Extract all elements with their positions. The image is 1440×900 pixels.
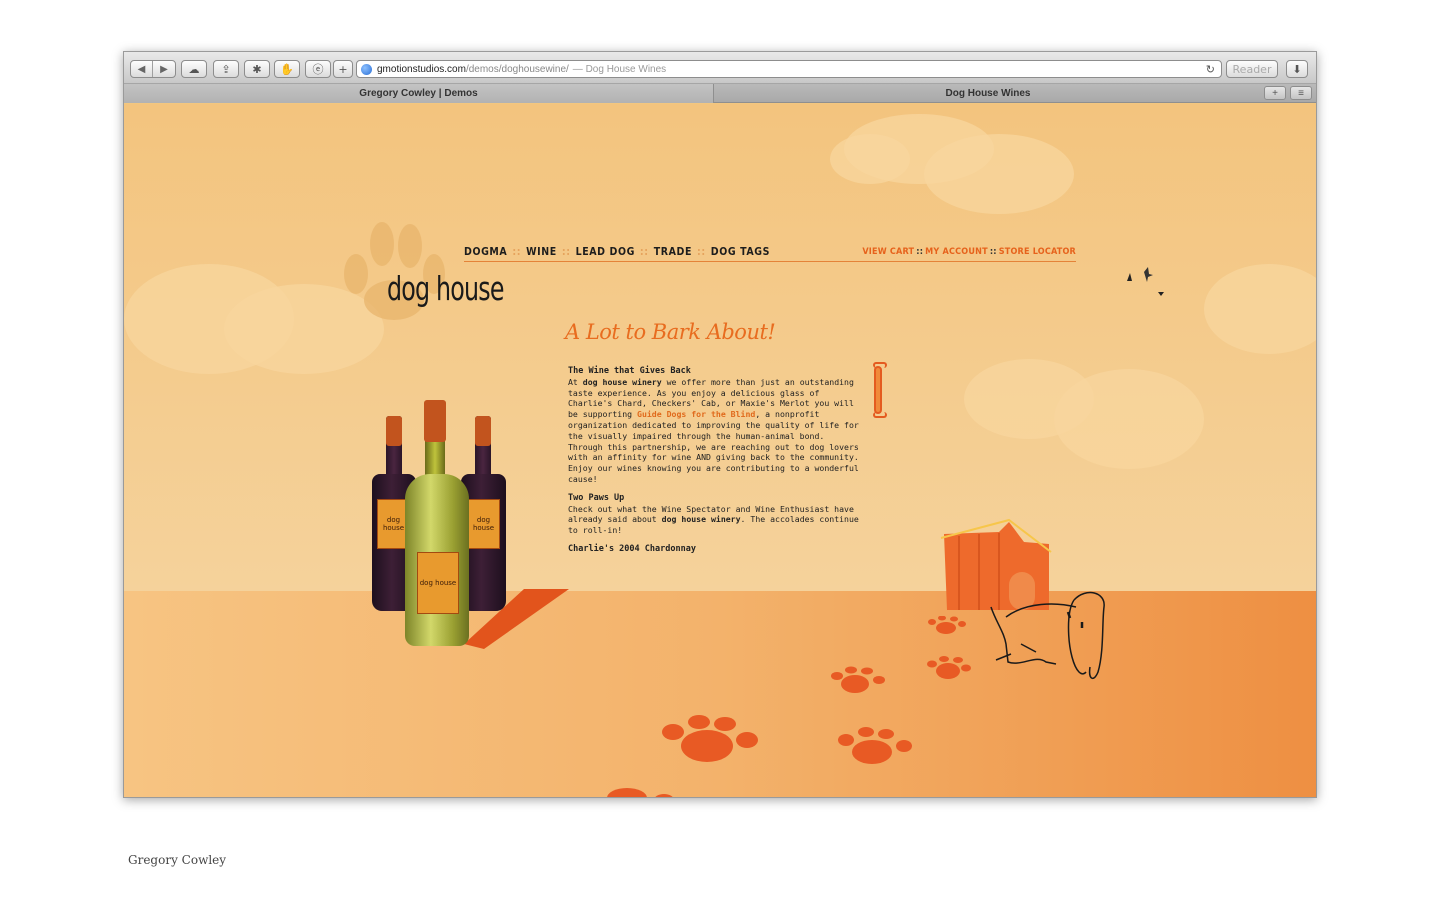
nav-separator: ::	[561, 246, 571, 258]
downloads-button[interactable]: ⬇	[1286, 60, 1308, 78]
site-logo[interactable]: dog house	[387, 269, 504, 308]
section-title: Charlie's 2004 Chardonnay	[568, 543, 696, 554]
section-paragraph: Check out what the Wine Spectator and Wi…	[568, 504, 863, 536]
url-host: gmotionstudios.com	[377, 63, 466, 75]
nav-separator: ::	[916, 247, 924, 257]
paw-print-icon	[607, 788, 673, 797]
hand-icon: ✋	[280, 62, 294, 76]
reload-icon[interactable]: ↻	[1206, 63, 1215, 76]
bottle-label: dog house	[467, 499, 500, 549]
dog-illustration	[990, 591, 1105, 679]
topsites-button[interactable]: ✱	[244, 60, 270, 78]
globe-icon	[361, 63, 372, 75]
nav-trade[interactable]: TRADE	[654, 246, 692, 258]
brand-name: dog house winery	[582, 376, 662, 387]
cloud-decoration	[924, 134, 1074, 214]
text-run: , a nonprofit organization dedicated to …	[568, 409, 859, 484]
cloud-decoration	[1054, 369, 1204, 469]
nav-separator: ::	[697, 246, 706, 258]
main-nav: DOGMA :: WINE :: LEAD DOG :: TRADE :: DO…	[464, 246, 770, 258]
paw-print-icon	[927, 656, 971, 679]
bottle-label-text: dog house	[472, 516, 495, 532]
content-text: The Wine that Gives Back At dog house wi…	[568, 366, 863, 555]
guide-dogs-link[interactable]: Guide Dogs for the Blind	[637, 409, 755, 419]
bottle-label-text: dog house	[419, 579, 457, 587]
nav-separator: ::	[512, 246, 522, 258]
bottle-foil	[424, 400, 446, 442]
bottle-foil	[386, 416, 402, 446]
url-page-title: — Dog House Wines	[572, 63, 667, 75]
account-nav: VIEW CART:: MY ACCOUNT:: STORE LOCATOR	[862, 247, 1076, 257]
browser-toolbar: ◀ ▶ ☁ ⇪ ✱ ✋ ⓔ + gmotionstudios.com /demo…	[124, 52, 1316, 84]
nav-dogma[interactable]: DOGMA	[464, 246, 507, 258]
tab-gregory-cowley[interactable]: Gregory Cowley | Demos	[124, 84, 714, 103]
text-run: At	[568, 376, 583, 387]
url-path: /demos/doghousewine/	[465, 63, 569, 75]
icloud-button[interactable]: ☁	[181, 60, 207, 78]
new-tab-plus-icon[interactable]: +	[1264, 86, 1286, 100]
brand-name: dog house winery	[661, 514, 741, 525]
reader-button[interactable]: Reader	[1226, 60, 1278, 78]
section-title: The Wine that Gives Back	[568, 366, 691, 376]
download-icon: ⬇	[1292, 62, 1302, 76]
browser-window: ◀ ▶ ☁ ⇪ ✱ ✋ ⓔ + gmotionstudios.com /demo…	[123, 51, 1317, 798]
headline: A Lot to Bark About!	[565, 320, 776, 344]
paw-print-icon	[662, 715, 758, 762]
nav-dog-tags[interactable]: DOG TAGS	[711, 246, 770, 258]
extension-button-1[interactable]: ✋	[274, 60, 300, 78]
paw-print-icon	[831, 666, 885, 693]
address-bar[interactable]: gmotionstudios.com /demos/doghousewine/ …	[356, 60, 1222, 78]
bottle-foil	[475, 416, 491, 446]
nav-wine[interactable]: WINE	[526, 246, 557, 258]
footer-caption: Gregory Cowley	[128, 853, 227, 867]
nav-store-locator[interactable]: STORE LOCATOR	[999, 247, 1076, 257]
section-title: Two Paws Up	[568, 492, 625, 503]
section-paragraph: At dog house winery we offer more than j…	[568, 377, 863, 485]
nav-view-cart[interactable]: VIEW CART	[862, 247, 914, 257]
ie-icon: ⓔ	[312, 63, 324, 76]
cloud-icon: ☁	[188, 62, 200, 76]
tab-bar: Gregory Cowley | Demos Dog House Wines +…	[124, 84, 1316, 103]
share-button[interactable]: ⇪	[213, 60, 239, 78]
back-forward-buttons[interactable]: ◀ ▶	[130, 60, 176, 78]
nav-lead-dog[interactable]: LEAD DOG	[576, 246, 635, 258]
cloud-decoration	[830, 134, 910, 184]
forward-icon[interactable]: ▶	[153, 61, 175, 77]
content-scrollbar[interactable]	[873, 362, 887, 418]
bottle-label: dog house	[417, 552, 459, 614]
new-tab-button[interactable]: +	[333, 60, 353, 78]
nav-separator: ::	[989, 247, 997, 257]
back-icon[interactable]: ◀	[131, 61, 153, 77]
plus-icon: +	[338, 62, 348, 76]
birds-decoration	[1127, 267, 1164, 296]
paw-print-icon	[928, 616, 966, 634]
share-icon: ⇪	[221, 62, 231, 76]
extension-button-2[interactable]: ⓔ	[305, 60, 331, 78]
grid-icon: ✱	[252, 62, 262, 76]
nav-separator: ::	[639, 246, 649, 258]
tab-overview-icon[interactable]: ≡	[1290, 86, 1312, 100]
nav-my-account[interactable]: MY ACCOUNT	[925, 247, 988, 257]
site-navigation: DOGMA :: WINE :: LEAD DOG :: TRADE :: DO…	[464, 246, 1076, 262]
cloud-decoration	[1204, 264, 1316, 354]
tab-dog-house-wines[interactable]: Dog House Wines	[714, 84, 1262, 103]
paw-print-icon	[838, 727, 912, 764]
web-page: DOGMA :: WINE :: LEAD DOG :: TRADE :: DO…	[124, 104, 1316, 797]
